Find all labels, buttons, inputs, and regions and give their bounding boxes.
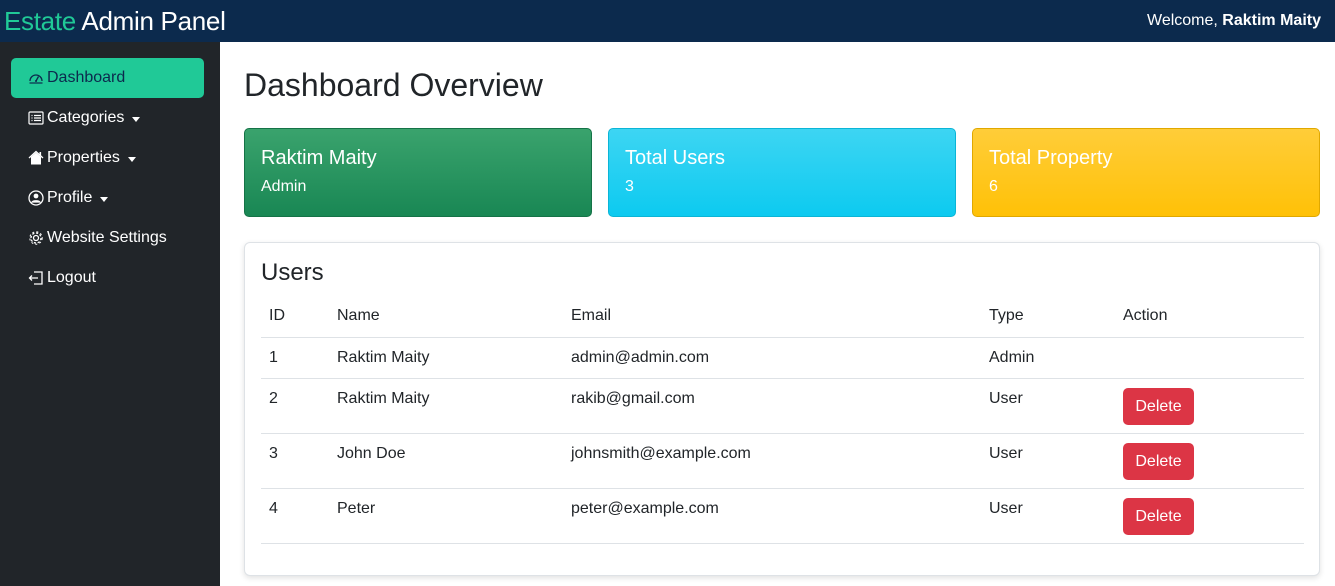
cell-action: Delete <box>1115 378 1304 434</box>
welcome-user: Raktim Maity <box>1222 12 1321 29</box>
cell-name: Raktim Maity <box>329 337 563 379</box>
card-value: Admin <box>261 178 307 195</box>
brand-rest: Admin Panel <box>81 6 226 36</box>
cell-action <box>1115 337 1304 379</box>
top-navbar: Estate Admin Panel Welcome, Raktim Maity <box>0 0 1335 42</box>
welcome-prefix: Welcome, <box>1147 12 1218 29</box>
total-property-card: Total Property 6 <box>972 128 1320 217</box>
delete-button[interactable]: Delete <box>1123 442 1194 480</box>
cell-name: Peter <box>329 488 563 544</box>
caret-down-icon <box>127 156 136 162</box>
sidebar-item-label: Dashboard <box>47 69 126 86</box>
cell-type: User <box>981 488 1115 544</box>
delete-button[interactable]: Delete <box>1123 497 1194 535</box>
cell-id: 1 <box>261 337 329 379</box>
table-row: 4 Peter peter@example.com User Delete <box>261 488 1304 544</box>
cell-email: admin@admin.com <box>563 337 981 379</box>
card-title: Total Users <box>625 147 726 169</box>
sidebar-item-label: Logout <box>47 269 96 286</box>
card-value: 3 <box>625 178 634 195</box>
table-row: 1 Raktim Maity admin@admin.com Admin <box>261 337 1304 379</box>
cell-action: Delete <box>1115 433 1304 489</box>
sidebar: Dashboard Categories Properties Profile … <box>0 42 220 586</box>
sidebar-item-website-settings[interactable]: Website Settings <box>11 218 204 258</box>
table-header-row: ID Name Email Type Action <box>261 296 1304 338</box>
cell-id: 4 <box>261 488 329 544</box>
brand-accent: Estate <box>4 6 76 36</box>
sidebar-item-label: Website Settings <box>47 229 167 246</box>
gear-icon <box>27 230 45 246</box>
caret-down-icon <box>100 196 109 202</box>
users-table: ID Name Email Type Action 1 Raktim Maity… <box>261 296 1304 544</box>
card-title: Raktim Maity <box>261 147 377 169</box>
sidebar-item-label: Profile <box>47 189 93 206</box>
sidebar-item-label: Properties <box>47 149 120 166</box>
cell-type: Admin <box>981 337 1115 379</box>
delete-button[interactable]: Delete <box>1123 387 1194 425</box>
cell-name: John Doe <box>329 433 563 489</box>
house-icon <box>27 150 45 166</box>
cell-action: Delete <box>1115 488 1304 544</box>
column-header-email: Email <box>563 296 981 338</box>
sidebar-item-categories[interactable]: Categories <box>11 98 204 138</box>
cell-name: Raktim Maity <box>329 378 563 434</box>
user-circle-icon <box>27 190 45 206</box>
users-title: Users <box>261 259 324 286</box>
cell-type: User <box>981 378 1115 434</box>
card-value: 6 <box>989 178 998 195</box>
caret-down-icon <box>132 116 141 122</box>
speedometer-icon <box>27 70 45 86</box>
list-icon <box>27 110 45 126</box>
total-users-card: Total Users 3 <box>608 128 956 217</box>
cell-email: rakib@gmail.com <box>563 378 981 434</box>
brand-logo[interactable]: Estate Admin Panel <box>4 8 226 34</box>
cell-id: 3 <box>261 433 329 489</box>
table-row: 2 Raktim Maity rakib@gmail.com User Dele… <box>261 378 1304 434</box>
column-header-action: Action <box>1115 296 1304 338</box>
card-title: Total Property <box>989 147 1113 169</box>
sidebar-item-properties[interactable]: Properties <box>11 138 204 178</box>
user-card: Raktim Maity Admin <box>244 128 592 217</box>
cell-email: johnsmith@example.com <box>563 433 981 489</box>
logout-icon <box>27 270 45 286</box>
column-header-name: Name <box>329 296 563 338</box>
column-header-id: ID <box>261 296 329 338</box>
table-row: 3 John Doe johnsmith@example.com User De… <box>261 433 1304 489</box>
cell-type: User <box>981 433 1115 489</box>
users-panel: Users ID Name Email Type Action 1 Raktim… <box>244 242 1320 576</box>
column-header-type: Type <box>981 296 1115 338</box>
sidebar-item-profile[interactable]: Profile <box>11 178 204 218</box>
sidebar-item-logout[interactable]: Logout <box>11 258 204 298</box>
cell-id: 2 <box>261 378 329 434</box>
page-title: Dashboard Overview <box>244 67 543 103</box>
sidebar-item-label: Categories <box>47 109 125 126</box>
welcome-text: Welcome, Raktim Maity <box>1147 12 1321 30</box>
sidebar-item-dashboard[interactable]: Dashboard <box>11 58 204 98</box>
main-content: Dashboard Overview Raktim Maity Admin To… <box>220 42 1335 586</box>
cell-email: peter@example.com <box>563 488 981 544</box>
